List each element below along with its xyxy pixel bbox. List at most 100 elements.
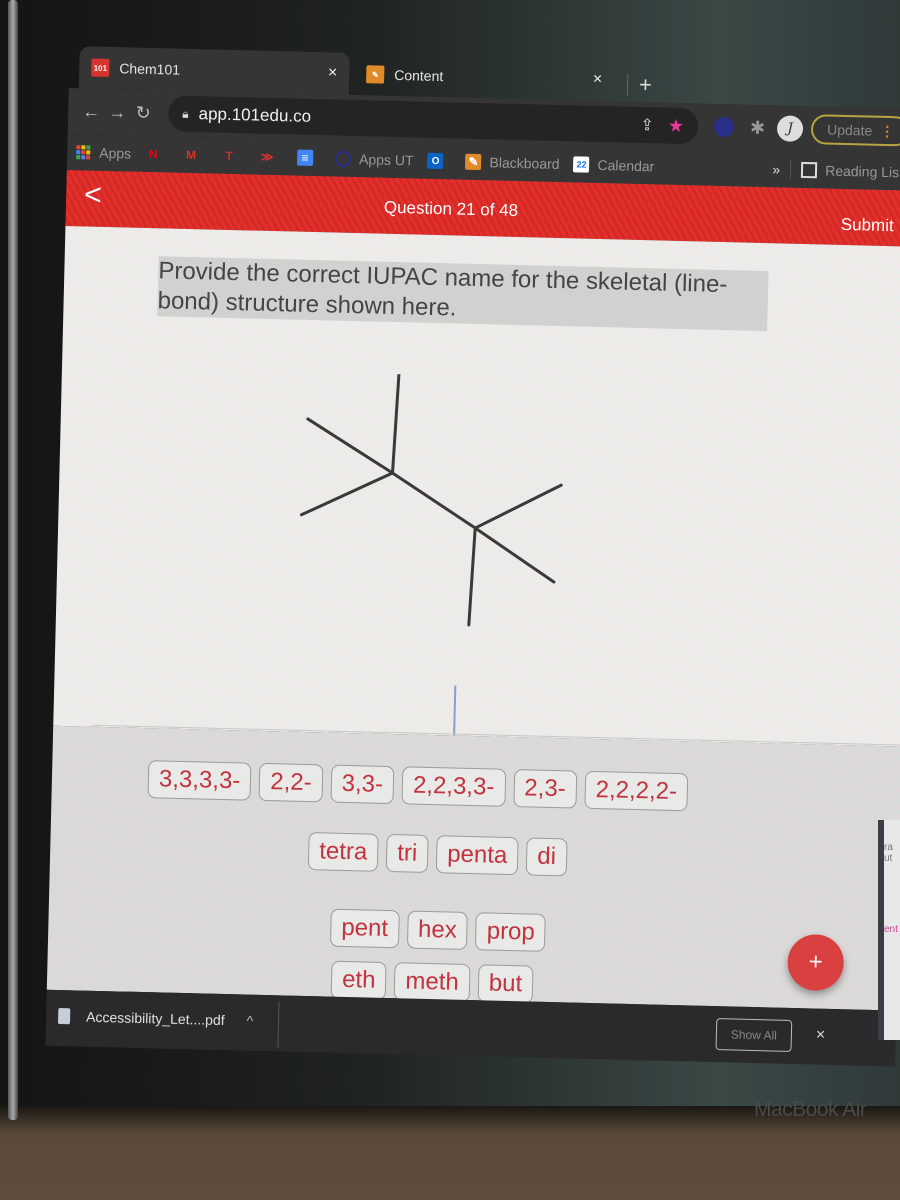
bookmark-blackboard[interactable]: ✎ Blackboard: [465, 153, 560, 172]
pencil-icon: ✎: [465, 153, 482, 171]
reading-list-label: Reading List: [825, 162, 900, 181]
bond-c1-c2: [306, 417, 395, 475]
tab-chem101[interactable]: 101 Chem101 ×: [78, 46, 350, 95]
new-tab-button[interactable]: +: [639, 72, 652, 98]
menu-dots-icon: ⋮: [880, 122, 895, 139]
tab-title: Chem101: [119, 60, 181, 78]
outlook-icon: O: [427, 152, 444, 170]
address-bar[interactable]: 🔒︎ app.101edu.co ⇪ ★: [167, 95, 699, 145]
calendar-icon: 22: [573, 156, 590, 173]
locant-row: 3,3,3,3- 2,2- 3,3- 2,2,3,3- 2,3- 2,2,2,2…: [147, 760, 689, 812]
side-text: ut: [884, 853, 893, 864]
extensions-puzzle-icon[interactable]: ✱: [750, 117, 766, 138]
netflix-icon: N: [148, 146, 158, 162]
update-button[interactable]: Update ⋮: [810, 114, 900, 147]
lock-icon: 🔒︎: [182, 106, 189, 121]
submit-button[interactable]: Submit: [841, 215, 894, 236]
answer-chip[interactable]: tri: [385, 833, 429, 873]
bookmark-star-icon[interactable]: ★: [668, 115, 685, 136]
bookmark-docs[interactable]: ≡: [296, 149, 321, 167]
answer-chip[interactable]: 2,2,3,3-: [401, 766, 506, 807]
answer-bank: 3,3,3,3- 2,2- 3,3- 2,2,3,3- 2,3- 2,2,2,2…: [46, 725, 900, 1011]
arrow-icon: ≫: [260, 149, 274, 165]
skeletal-structure-drawing: [299, 372, 563, 627]
bookmarks-overflow-icon[interactable]: »: [772, 161, 780, 177]
bookmark-apps[interactable]: Apps: [75, 144, 132, 162]
bookmark-label: Apps: [99, 144, 132, 162]
close-tab-icon[interactable]: ×: [328, 64, 338, 82]
question-counter: Question 21 of 48: [383, 197, 519, 220]
laptop-bezel-edge: [8, 0, 18, 1120]
bookmark-apps-ut[interactable]: Apps UT: [334, 150, 414, 169]
laptop-screen: 101 Chem101 × ✎ Content × + ⌄ ← → ↻ 🔒︎ a…: [45, 40, 900, 1067]
answer-chip[interactable]: 2,2-: [258, 762, 324, 803]
apps-grid-icon: [75, 144, 91, 160]
university-icon: T: [225, 148, 233, 164]
bookmark-label: Blackboard: [489, 154, 560, 172]
show-all-button[interactable]: Show All: [715, 1018, 793, 1052]
drop-zone-cursor: [453, 685, 457, 736]
forward-arrow-icon[interactable]: →: [104, 101, 131, 123]
root-row-1: pent hex prop: [329, 908, 547, 952]
side-text: ra: [884, 842, 893, 853]
reading-list-button[interactable]: Reading List: [801, 161, 900, 181]
docs-icon: ≡: [296, 149, 314, 166]
answer-chip[interactable]: meth: [394, 962, 471, 1003]
pencil-icon: ✎: [366, 65, 385, 84]
bond-c3-methyl-bottom: [467, 526, 477, 627]
background-window-edge: ra ut ent: [878, 820, 900, 1040]
bond-c2-methyl-left: [299, 471, 395, 517]
bond-c3-methyl-right: [473, 483, 563, 530]
bond-c3-c4: [473, 526, 556, 584]
close-tab-icon[interactable]: ×: [593, 71, 603, 89]
reload-icon[interactable]: ↻: [130, 102, 157, 124]
download-item[interactable]: Accessibility_Let....pdf ^: [57, 1008, 253, 1029]
bookmark-university[interactable]: T: [221, 148, 245, 165]
back-arrow-icon[interactable]: ←: [78, 101, 105, 123]
update-label: Update: [826, 121, 873, 139]
tab-title: Content: [394, 66, 444, 85]
answer-chip[interactable]: tetra: [307, 832, 379, 872]
answer-chip[interactable]: but: [477, 964, 534, 1004]
download-file-name: Accessibility_Let....pdf: [85, 1008, 225, 1029]
device-label: MacBook Air: [754, 1098, 867, 1121]
bookmark-arrow[interactable]: ≫: [259, 149, 283, 166]
bookmark-calendar[interactable]: 22 Calendar: [573, 156, 655, 175]
circle-icon: [334, 150, 352, 167]
question-content: Provide the correct IUPAC name for the s…: [53, 225, 900, 747]
side-text: ent: [884, 924, 898, 935]
101-logo-icon: 101: [91, 58, 110, 77]
answer-chip[interactable]: di: [525, 837, 568, 877]
answer-chip[interactable]: 3,3,3,3-: [147, 760, 252, 801]
bookmark-label: Apps UT: [358, 151, 414, 169]
share-icon[interactable]: ⇪: [640, 115, 654, 135]
bookmark-separator: [789, 159, 792, 180]
answer-chip[interactable]: 2,3-: [512, 769, 578, 809]
chevron-up-icon[interactable]: ^: [246, 1013, 253, 1029]
pdf-file-icon: [57, 1008, 71, 1025]
answer-chip[interactable]: prop: [475, 912, 547, 952]
download-separator: [277, 1001, 280, 1048]
bookmark-gmail[interactable]: M: [183, 147, 207, 164]
url-text[interactable]: app.101edu.co: [198, 104, 640, 135]
bookmark-outlook[interactable]: O: [427, 152, 451, 170]
extension-circle-icon[interactable]: [713, 116, 735, 138]
question-prompt: Provide the correct IUPAC name for the s…: [157, 256, 769, 332]
tab-content[interactable]: ✎ Content ×: [354, 53, 615, 101]
bookmark-netflix[interactable]: N: [145, 146, 169, 163]
close-icon[interactable]: ×: [816, 1027, 826, 1045]
answer-chip[interactable]: eth: [330, 960, 387, 1001]
reading-list-icon: [801, 161, 818, 179]
answer-chip[interactable]: penta: [435, 835, 519, 876]
answer-chip[interactable]: 2,2,2,2-: [584, 770, 689, 812]
tab-separator: [626, 73, 629, 96]
add-button[interactable]: +: [787, 933, 845, 992]
answer-chip[interactable]: hex: [406, 910, 469, 950]
bond-c2-c3: [391, 471, 477, 530]
profile-avatar[interactable]: J: [776, 115, 804, 142]
multiplier-row: tetra tri penta di: [307, 832, 568, 877]
bookmark-label: Calendar: [597, 156, 655, 175]
answer-chip[interactable]: 3,3-: [330, 764, 395, 805]
answer-chip[interactable]: pent: [329, 908, 400, 949]
gmail-icon: M: [185, 147, 197, 163]
